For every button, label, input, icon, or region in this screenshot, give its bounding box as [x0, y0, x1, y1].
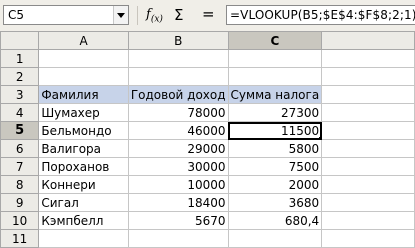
column-header-b[interactable]: B [127, 31, 229, 50]
cell-name[interactable]: Шумахер [38, 103, 129, 122]
header-cell-income[interactable]: Годовой доход [127, 85, 229, 104]
cell-tax[interactable]: 7500 [227, 157, 323, 176]
function-icon[interactable]: = [202, 5, 215, 23]
cell[interactable] [227, 49, 323, 68]
cell-income[interactable]: 5670 [127, 211, 229, 230]
cell[interactable] [127, 229, 229, 248]
formula-input[interactable]: =VLOOKUP(B5;$E$4:$F$8;2;1)*B5 [226, 5, 415, 25]
table-row: 2 [0, 67, 415, 86]
cell-name[interactable]: Бельмондо [38, 121, 129, 140]
header-cell-name[interactable]: Фамилия [38, 85, 129, 104]
table-row: 5 Бельмондо 46000 11500 [0, 121, 415, 140]
cell-income[interactable]: 10000 [127, 175, 229, 194]
row-header[interactable]: 3 [0, 85, 40, 104]
name-box-value[interactable]: C5 [8, 8, 24, 22]
cell[interactable] [227, 67, 323, 86]
row-header-selected[interactable]: 5 [0, 121, 40, 140]
formula-toolbar: C5 f(x) Σ = =VLOOKUP(B5;$E$4:$F$8;2;1)*B… [0, 0, 415, 32]
select-all-corner[interactable] [0, 31, 40, 50]
spreadsheet-grid: A B C 1 2 3 Фамилия Годовой доход Сумма … [0, 31, 415, 248]
table-row: 9 Сигал 18400 3680 [0, 193, 415, 212]
row-header[interactable]: 11 [0, 229, 40, 248]
cell[interactable] [321, 211, 415, 230]
cell[interactable] [321, 121, 415, 140]
column-header-a[interactable]: A [38, 31, 129, 50]
cell[interactable] [38, 229, 129, 248]
row-header[interactable]: 6 [0, 139, 40, 158]
cell[interactable] [321, 229, 415, 248]
column-header-c[interactable]: C [227, 31, 323, 50]
header-cell-tax[interactable]: Сумма налога [227, 85, 323, 104]
table-row: 8 Коннери 10000 2000 [0, 175, 415, 194]
column-header-row: A B C [0, 31, 415, 50]
table-row: 7 Пороханов 30000 7500 [0, 157, 415, 176]
cell[interactable] [321, 49, 415, 68]
cell[interactable] [321, 175, 415, 194]
cell[interactable] [227, 229, 323, 248]
table-row: 6 Валигора 29000 5800 [0, 139, 415, 158]
active-cell[interactable]: 11500 [227, 121, 323, 140]
cell-tax[interactable]: 680,4 [227, 211, 323, 230]
row-header[interactable]: 1 [0, 49, 40, 68]
cell[interactable] [321, 157, 415, 176]
cell-tax[interactable]: 5800 [227, 139, 323, 158]
function-wizard-icon[interactable]: f(x) [146, 7, 163, 25]
sum-icon[interactable]: Σ [174, 6, 183, 24]
cell[interactable] [127, 67, 229, 86]
cell-tax[interactable]: 27300 [227, 103, 323, 122]
cell-income[interactable]: 46000 [127, 121, 229, 140]
table-row: 4 Шумахер 78000 27300 [0, 103, 415, 122]
toolbar-separator [137, 6, 138, 25]
cell[interactable] [38, 49, 129, 68]
cell-name[interactable]: Кэмпбелл [38, 211, 129, 230]
column-header-d[interactable] [321, 31, 415, 50]
fx-sub-label: (x) [150, 14, 163, 25]
cell-income[interactable]: 18400 [127, 193, 229, 212]
row-header[interactable]: 7 [0, 157, 40, 176]
chevron-down-icon[interactable] [113, 6, 128, 24]
row-header[interactable]: 9 [0, 193, 40, 212]
table-row: 1 [0, 49, 415, 68]
cell[interactable] [321, 85, 415, 104]
cell-name[interactable]: Валигора [38, 139, 129, 158]
cell-tax[interactable]: 2000 [227, 175, 323, 194]
name-box[interactable]: C5 [3, 5, 129, 25]
row-header[interactable]: 2 [0, 67, 40, 86]
cell-name[interactable]: Коннери [38, 175, 129, 194]
table-header-row: 3 Фамилия Годовой доход Сумма налога [0, 85, 415, 104]
cell-name[interactable]: Пороханов [38, 157, 129, 176]
row-header[interactable]: 4 [0, 103, 40, 122]
cell-tax[interactable]: 3680 [227, 193, 323, 212]
row-header[interactable]: 10 [0, 211, 40, 230]
cell-income[interactable]: 29000 [127, 139, 229, 158]
cell-income[interactable]: 30000 [127, 157, 229, 176]
cell-income[interactable]: 78000 [127, 103, 229, 122]
cell[interactable] [321, 139, 415, 158]
cell[interactable] [321, 193, 415, 212]
cell[interactable] [38, 67, 129, 86]
table-row: 10 Кэмпбелл 5670 680,4 [0, 211, 415, 230]
table-row: 11 [0, 229, 415, 248]
cell-name[interactable]: Сигал [38, 193, 129, 212]
cell[interactable] [321, 67, 415, 86]
row-header[interactable]: 8 [0, 175, 40, 194]
cell[interactable] [321, 103, 415, 122]
cell[interactable] [127, 49, 229, 68]
